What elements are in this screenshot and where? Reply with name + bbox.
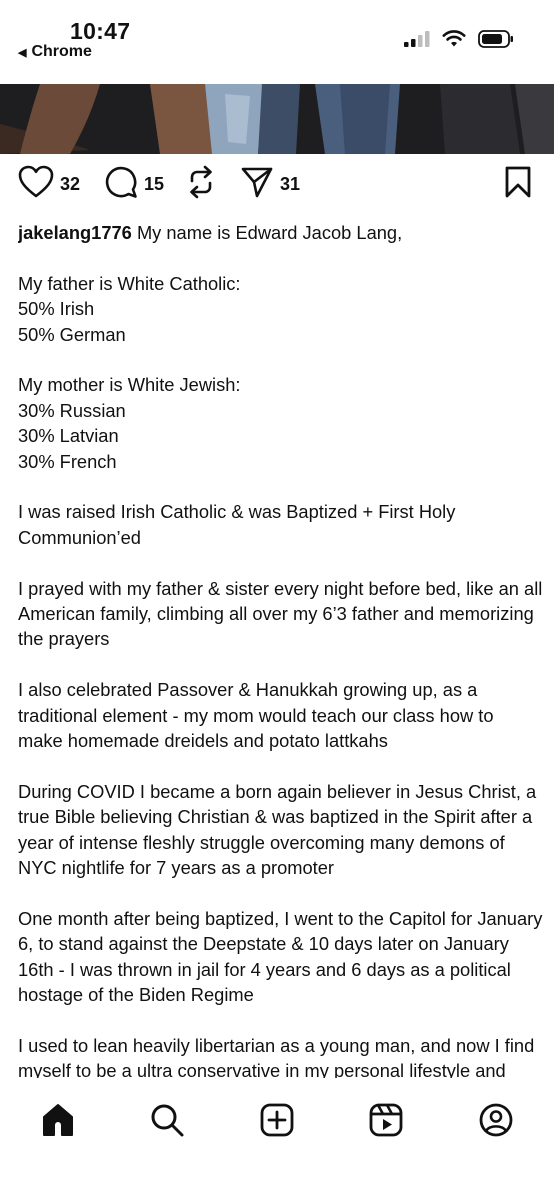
home-icon <box>40 1102 76 1143</box>
heart-icon <box>18 165 54 204</box>
caption-paragraph: I also celebrated Passover & Hanukkah gr… <box>18 679 494 752</box>
nav-home[interactable] <box>36 1100 80 1144</box>
back-arrow-icon: ◀ <box>18 46 27 59</box>
post-photo-image <box>0 84 554 154</box>
like-count: 32 <box>60 174 81 194</box>
caption-paragraph: During COVID I became a born again belie… <box>18 780 537 879</box>
nav-profile[interactable] <box>474 1100 518 1144</box>
bookmark-icon <box>504 165 532 204</box>
repost-button[interactable] <box>186 165 216 204</box>
comment-icon <box>104 165 138 204</box>
repost-icon <box>186 165 216 204</box>
status-bar: 10:47 ◀ Chrome <box>0 0 554 84</box>
back-app-label: Chrome <box>31 43 92 60</box>
share-button[interactable]: 31 <box>240 165 300 204</box>
nav-create[interactable] <box>255 1100 299 1144</box>
comment-count: 15 <box>144 174 165 194</box>
caption-first-paragraph: jakelang1776 My name is Edward Jacob Lan… <box>18 220 543 245</box>
battery-icon <box>478 30 514 53</box>
clock: 10:47 <box>70 18 131 44</box>
post-caption: jakelang1776 My name is Edward Jacob Lan… <box>18 220 543 1078</box>
caption-paragraph: I was raised Irish Catholic & was Baptiz… <box>18 501 456 548</box>
profile-icon <box>478 1102 514 1143</box>
bottom-navigation <box>0 1080 554 1200</box>
share-count: 31 <box>280 174 301 194</box>
search-icon <box>149 1102 185 1143</box>
back-to-app-button[interactable]: ◀ Chrome <box>18 43 92 61</box>
caption-paragraph: My mother is White Jewish: 30% Russian 30%… <box>18 374 241 472</box>
nav-reels[interactable] <box>364 1100 408 1144</box>
wifi-icon <box>442 30 466 53</box>
caption-username[interactable]: jakelang1776 <box>18 222 132 243</box>
caption-paragraph: I prayed with my father & sister every n… <box>18 577 543 650</box>
like-button[interactable]: 32 <box>18 165 80 204</box>
caption-first-line: My name is Edward Jacob Lang, <box>136 222 403 243</box>
reels-icon <box>368 1102 404 1143</box>
create-icon <box>259 1102 295 1143</box>
cellular-signal-icon <box>404 31 430 52</box>
post-action-bar: 32 15 31 <box>0 165 554 211</box>
nav-search[interactable] <box>145 1100 189 1144</box>
send-icon <box>240 165 274 204</box>
save-button[interactable] <box>504 165 532 204</box>
post-photo[interactable] <box>0 84 554 154</box>
status-icons <box>404 30 514 53</box>
caption-body: My father is White Catholic: 50% Irish 50%… <box>18 271 543 1078</box>
comment-button[interactable]: 15 <box>104 165 164 204</box>
caption-paragraph: My father is White Catholic: 50% Irish 50%… <box>18 272 241 345</box>
caption-paragraph: One month after being baptized, I went t… <box>18 907 543 1006</box>
caption-paragraph: I used to lean heavily libertarian as a … <box>18 1034 535 1078</box>
